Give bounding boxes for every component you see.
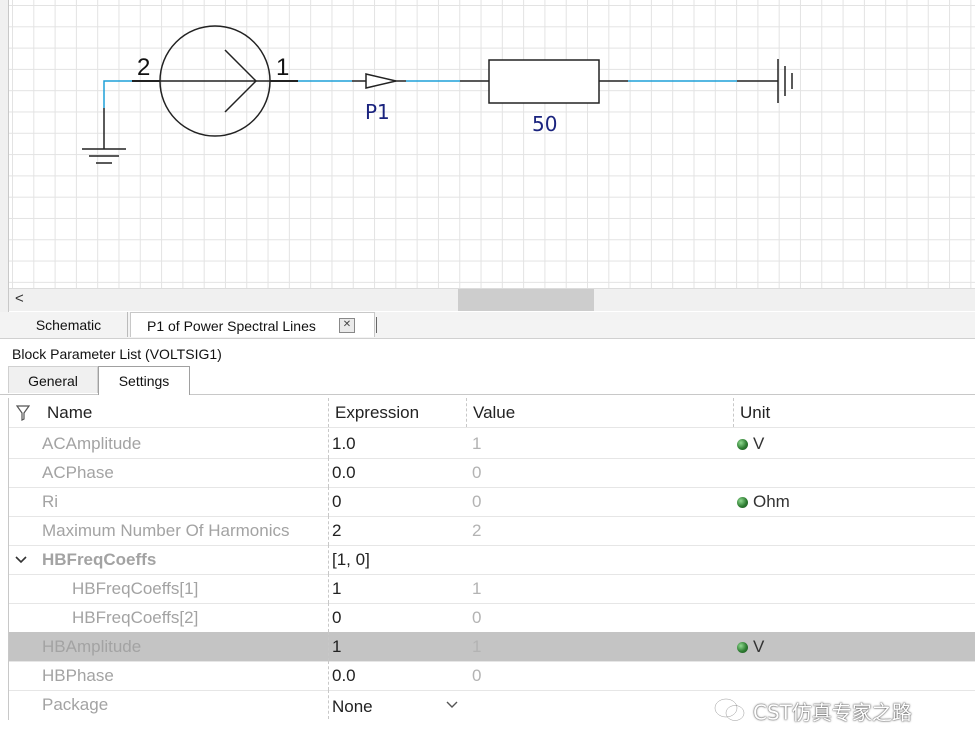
param-value: 1: [472, 434, 482, 453]
param-value: 1: [472, 579, 482, 598]
param-name: ACPhase: [42, 463, 114, 482]
port-arrow-icon[interactable]: [365, 73, 397, 89]
param-expression[interactable]: 0: [332, 487, 341, 516]
filter-icon[interactable]: [15, 405, 31, 426]
header-value[interactable]: Value: [473, 398, 515, 427]
tab-schematic[interactable]: Schematic: [10, 312, 128, 337]
scroll-left-icon[interactable]: <: [15, 290, 24, 307]
chevron-down-icon[interactable]: [446, 690, 458, 719]
param-expression[interactable]: 0: [332, 603, 341, 632]
unit-label: V: [753, 434, 765, 453]
param-unit: Ohm: [737, 487, 790, 516]
param-value: 0: [472, 492, 482, 511]
globe-icon: [737, 642, 748, 653]
globe-icon: [737, 497, 748, 508]
table-row[interactable]: HBFreqCoeffs[1] 1 1: [9, 574, 975, 604]
header-name[interactable]: Name: [47, 398, 92, 427]
panel-title: Block Parameter List (VOLTSIG1): [12, 346, 222, 362]
param-unit: V: [737, 429, 764, 458]
column-separator: [328, 429, 329, 458]
watermark: CST仿真专家之路: [713, 697, 912, 727]
voltage-source-symbol[interactable]: [159, 25, 271, 137]
param-value: 0: [472, 666, 482, 685]
param-name: Ri: [42, 492, 59, 511]
document-tab-bar: Schematic P1 of Power Spectral Lines ✕: [0, 312, 975, 339]
table-row[interactable]: Maximum Number Of Harmonics 2 2: [9, 516, 975, 546]
resistor-value-label: 50: [532, 112, 557, 136]
source-pin-2-label: 2: [137, 54, 150, 81]
param-expression[interactable]: 0.0: [332, 661, 356, 690]
param-name: HBAmplitude: [42, 637, 142, 656]
column-separator: [328, 516, 329, 545]
port-label: P1: [365, 100, 390, 124]
column-separator: [328, 632, 329, 661]
unit-label: Ohm: [753, 492, 790, 511]
panel-tab-bar: General Settings: [0, 366, 975, 395]
column-separator: [328, 661, 329, 690]
ground-symbol-right[interactable]: [777, 59, 793, 103]
schematic-drawing[interactable]: 2 1 P1 50: [0, 0, 975, 288]
param-expression[interactable]: 1: [332, 632, 341, 661]
column-separator: [328, 574, 329, 603]
param-value: 1: [472, 637, 482, 656]
grid-header: Name Expression Value Unit: [9, 398, 975, 428]
chevron-down-icon[interactable]: [15, 553, 27, 568]
table-row[interactable]: ACPhase 0.0 0: [9, 458, 975, 488]
tab-settings[interactable]: Settings: [98, 366, 190, 395]
tab-general[interactable]: General: [8, 366, 98, 393]
table-row[interactable]: HBFreqCoeffs[2] 0 0: [9, 603, 975, 633]
column-separator: [328, 458, 329, 487]
column-separator[interactable]: [733, 398, 734, 427]
param-name: HBFreqCoeffs[2]: [72, 608, 199, 627]
column-separator: [328, 690, 329, 719]
package-select[interactable]: None: [332, 692, 373, 721]
param-name: Maximum Number Of Harmonics: [42, 521, 290, 540]
param-value: 0: [472, 463, 482, 482]
tab-label: P1 of Power Spectral Lines: [147, 318, 316, 334]
ground-symbol-left[interactable]: [82, 108, 126, 164]
tab-separator: [376, 317, 377, 333]
param-name: HBFreqCoeffs: [42, 550, 157, 569]
param-expression[interactable]: 0.0: [332, 458, 356, 487]
close-icon[interactable]: ✕: [339, 318, 355, 333]
param-value: 0: [472, 608, 482, 627]
column-separator: [328, 545, 329, 574]
watermark-text: CST仿真专家之路: [753, 700, 912, 725]
source-pin-1-label: 1: [276, 54, 289, 81]
header-expression[interactable]: Expression: [335, 398, 419, 427]
scrollbar-thumb[interactable]: [458, 289, 594, 311]
globe-icon: [737, 439, 748, 450]
wechat-icon: [713, 697, 747, 731]
param-name: ACAmplitude: [42, 434, 142, 453]
horizontal-scrollbar[interactable]: <: [9, 288, 975, 311]
column-separator[interactable]: [466, 398, 467, 427]
resistor-symbol[interactable]: [488, 59, 600, 104]
table-row[interactable]: HBPhase 0.0 0: [9, 661, 975, 691]
table-row-selected[interactable]: HBAmplitude 1 1 V: [9, 632, 975, 662]
tab-power-spectral-lines[interactable]: P1 of Power Spectral Lines ✕: [130, 312, 375, 337]
param-expression[interactable]: [1, 0]: [332, 545, 370, 574]
param-name: HBFreqCoeffs[1]: [72, 579, 199, 598]
table-row[interactable]: ACAmplitude 1.0 1 V: [9, 429, 975, 459]
unit-label: V: [753, 637, 765, 656]
param-name: HBPhase: [42, 666, 114, 685]
param-value: 2: [472, 521, 482, 540]
param-expression[interactable]: 1: [332, 574, 341, 603]
table-row[interactable]: HBFreqCoeffs [1, 0]: [9, 545, 975, 575]
parameter-grid: Name Expression Value Unit ACAmplitude 1…: [8, 398, 975, 720]
column-separator: [328, 603, 329, 632]
param-expression[interactable]: 1.0: [332, 429, 356, 458]
param-name: Package: [42, 695, 109, 714]
header-unit[interactable]: Unit: [740, 398, 770, 427]
table-row[interactable]: Ri 0 0 Ohm: [9, 487, 975, 517]
column-separator[interactable]: [328, 398, 329, 427]
param-unit: V: [737, 632, 764, 661]
column-separator: [328, 487, 329, 516]
param-expression[interactable]: 2: [332, 516, 341, 545]
wire: [103, 80, 132, 108]
